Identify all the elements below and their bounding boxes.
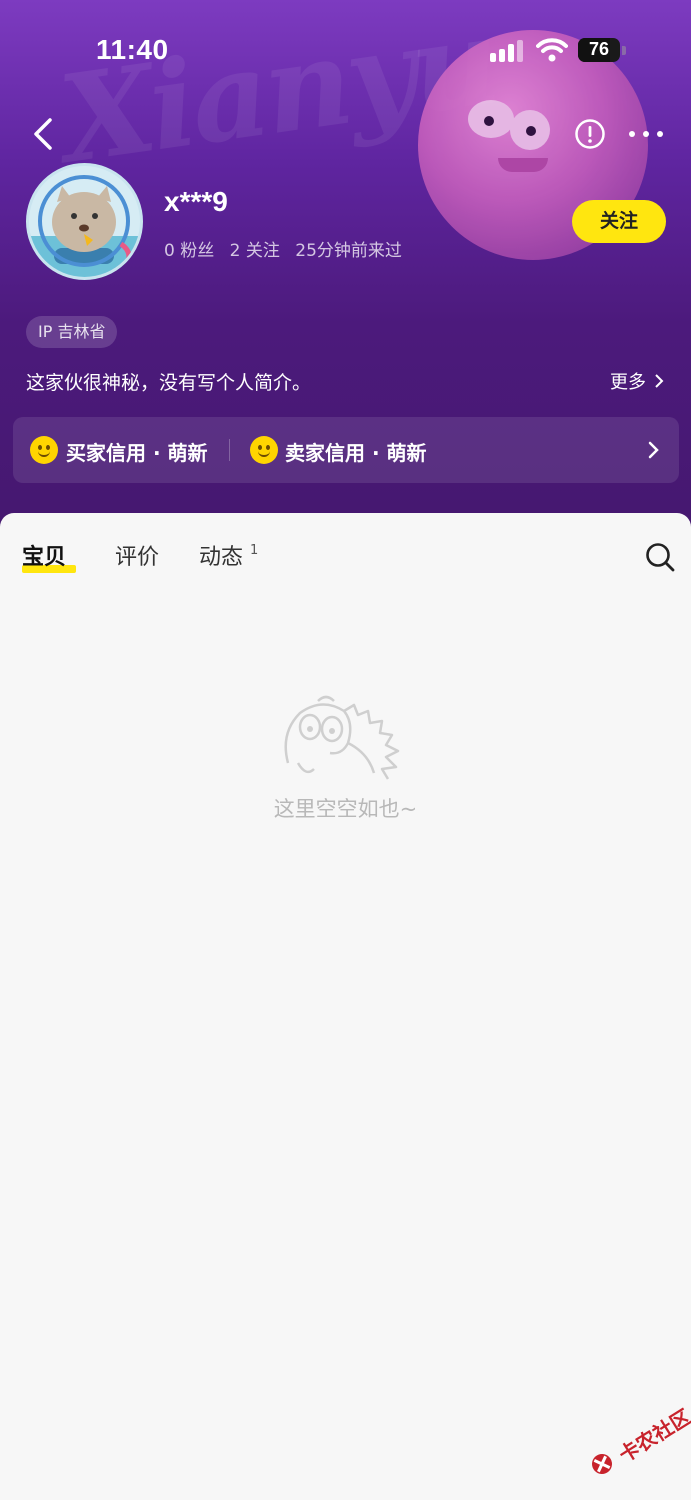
- activity-badge: 1: [250, 543, 259, 558]
- buyer-credit: 买家信用 · 萌新: [66, 441, 208, 465]
- content-panel: 宝贝 评价 动态 1 这里空空如也~: [0, 513, 691, 1500]
- seller-credit: 卖家信用 · 萌新: [285, 441, 427, 465]
- profile-header: Xianyu 11:40 76 x***9 0 粉丝 2 关注 25分钟前来过 …: [0, 0, 691, 540]
- seal-avatar-icon: [29, 175, 140, 277]
- seller-smile-icon: [250, 436, 278, 464]
- empty-state-mascot-icon: [284, 695, 400, 780]
- credit-divider: [229, 439, 230, 461]
- username: x***9: [164, 186, 228, 217]
- chevron-right-icon: [648, 441, 659, 459]
- following-count[interactable]: 2 关注: [230, 241, 280, 261]
- tab-items[interactable]: 宝贝: [22, 539, 66, 571]
- buyer-smile-icon: [30, 436, 58, 464]
- credit-bar[interactable]: 买家信用 · 萌新 卖家信用 · 萌新: [13, 417, 679, 483]
- empty-state-text: 这里空空如也~: [273, 797, 418, 821]
- battery-level: 76: [588, 39, 610, 59]
- signal-icon: [490, 40, 524, 62]
- more-label: 更多: [610, 372, 646, 393]
- battery-icon: 76: [578, 38, 620, 62]
- last-seen: 25分钟前来过: [295, 241, 402, 261]
- wifi-icon: [536, 38, 568, 62]
- chevron-right-icon: [655, 374, 664, 388]
- report-icon[interactable]: [574, 118, 606, 150]
- status-time: 11:40: [96, 34, 169, 65]
- tab-reviews[interactable]: 评价: [115, 539, 159, 571]
- user-stats: 0 粉丝 2 关注 25分钟前来过: [164, 236, 412, 261]
- search-icon[interactable]: [644, 541, 676, 573]
- bio-more-link[interactable]: 更多: [610, 368, 664, 394]
- back-icon[interactable]: [26, 114, 62, 154]
- avatar[interactable]: [26, 163, 143, 280]
- tab-activity[interactable]: 动态: [199, 539, 243, 571]
- status-bar: 11:40 76: [0, 0, 691, 100]
- follow-button[interactable]: 关注: [572, 200, 666, 243]
- more-icon[interactable]: [628, 126, 664, 142]
- user-bio: 这家伙很神秘，没有写个人简介。: [26, 372, 312, 394]
- ip-location-tag: IP 吉林省: [26, 316, 118, 348]
- fans-count[interactable]: 0 粉丝: [164, 241, 214, 261]
